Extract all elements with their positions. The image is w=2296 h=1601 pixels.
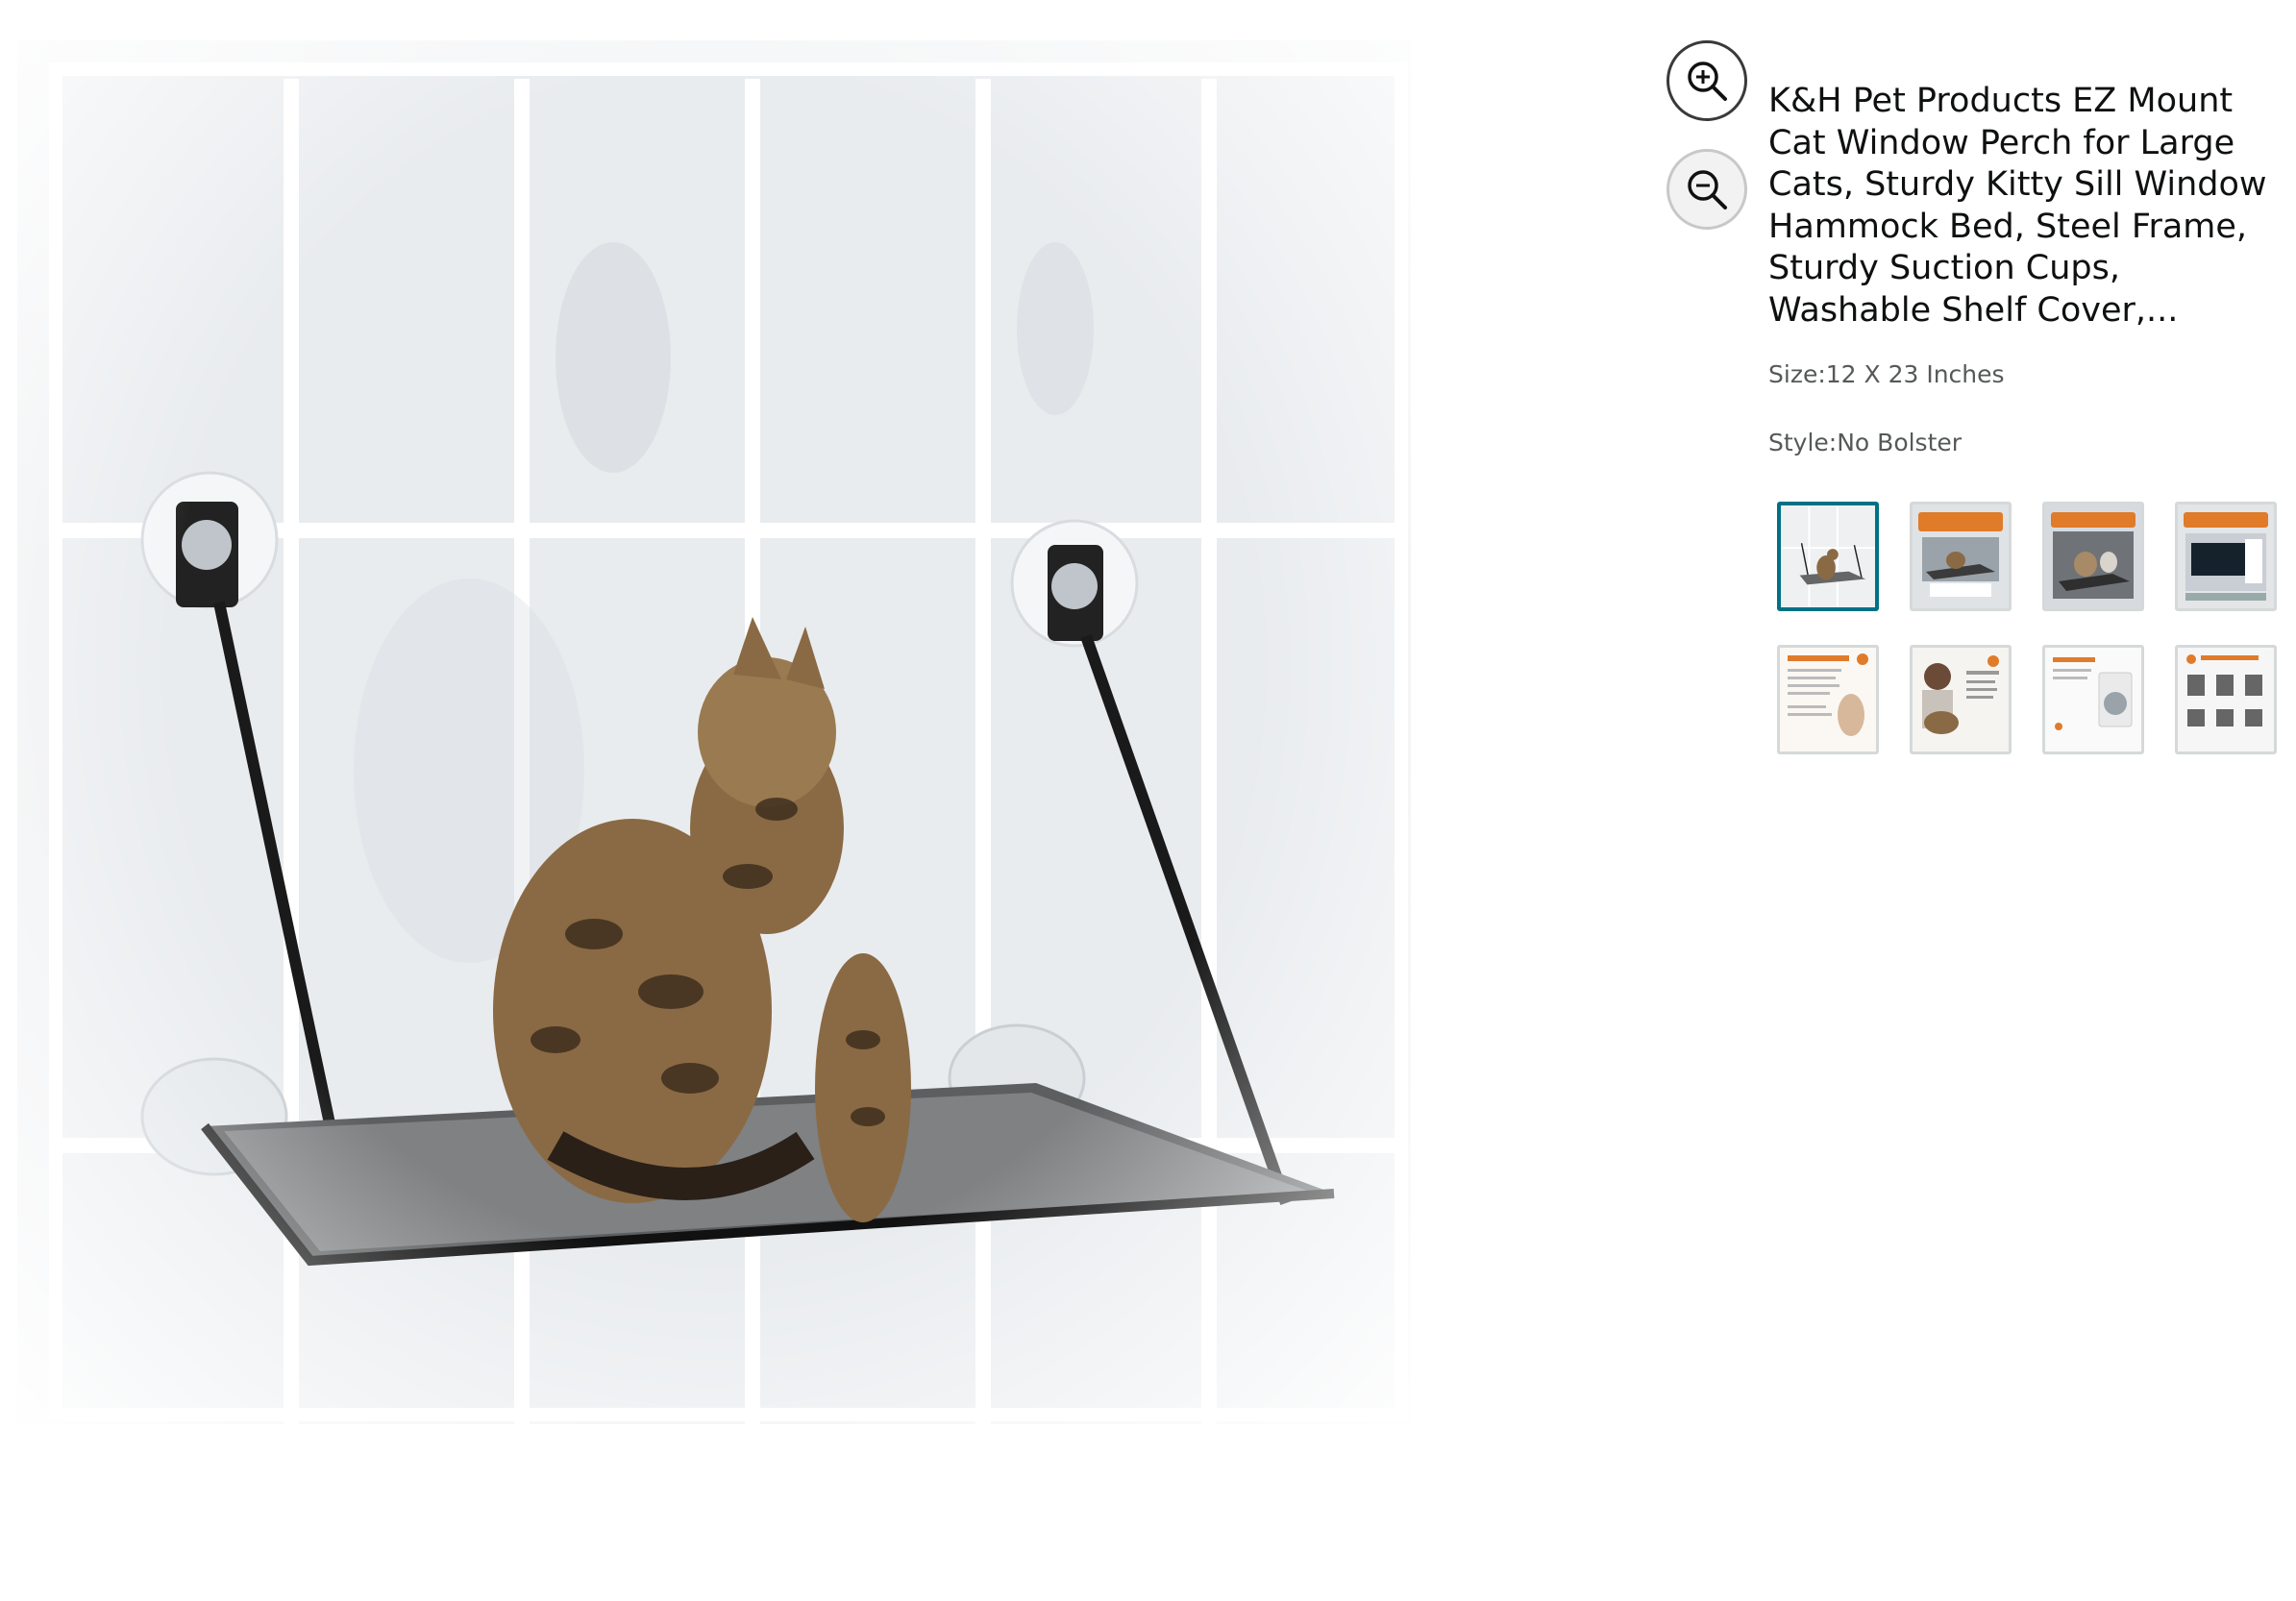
zoom-out-button[interactable]: [1666, 149, 1747, 230]
product-style: Style:No Bolster: [1768, 429, 1962, 456]
thumbnail-6[interactable]: [1910, 645, 2012, 754]
thumbnail-2[interactable]: [1910, 502, 2012, 611]
size-label: Size:: [1768, 360, 1826, 388]
thumbnail-4[interactable]: [2175, 502, 2277, 611]
style-value: No Bolster: [1837, 429, 1963, 456]
product-size: Size:12 X 23 Inches: [1768, 360, 2005, 388]
thumbnail-7[interactable]: [2042, 645, 2144, 754]
zoom-in-button[interactable]: [1666, 40, 1747, 121]
thumbnail-3[interactable]: [2042, 502, 2144, 611]
size-value: 12 X 23 Inches: [1825, 360, 2005, 388]
thumbnail-5[interactable]: [1777, 645, 1879, 754]
thumbnail-8[interactable]: [2175, 645, 2277, 754]
style-label: Style:: [1768, 429, 1838, 456]
zoom-in-icon: [1688, 62, 1727, 101]
thumbnail-grid: [1777, 502, 2286, 761]
product-title: K&H Pet Products EZ Mount Cat Window Per…: [1768, 82, 2267, 330]
thumbnail-1[interactable]: [1777, 502, 1879, 611]
product-image-viewer: K&H Pet Products EZ Mount Cat Window Per…: [0, 0, 2296, 1601]
main-product-image[interactable]: [17, 40, 1411, 1424]
zoom-out-icon: [1688, 170, 1727, 209]
